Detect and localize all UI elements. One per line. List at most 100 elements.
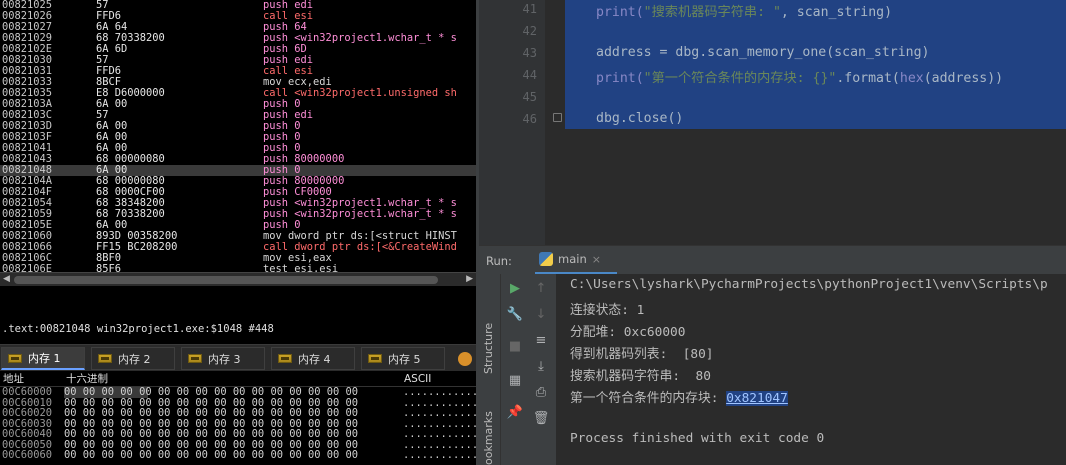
up-arrow-icon[interactable]: ↑ bbox=[532, 279, 550, 297]
bookmarks-tool-tab[interactable]: ookmarks bbox=[482, 411, 495, 465]
code-token: "第一个符合条件的内存块: {}" bbox=[643, 71, 837, 86]
disasm-instruction: push <win32project1.wchar_t * s bbox=[263, 33, 457, 44]
disasm-row[interactable]: 0082102E 6A 6D push 6D bbox=[0, 44, 476, 55]
console-text: 分配堆: 0xc60000 bbox=[570, 325, 686, 340]
disasm-row[interactable]: 00821043 68 00000080 push 80000000 bbox=[0, 154, 476, 165]
line-number: 45 bbox=[522, 90, 537, 104]
scroll-left-icon[interactable]: ◀ bbox=[3, 274, 10, 284]
dump-row[interactable]: 00C60000 00 00 00 00 00 00 00 00 00 00 00… bbox=[0, 387, 476, 398]
run-toolbar: ▶ ↑ 🔧 ↓ ■ ≡ ⤓ ▦ ⎙ 📌 🗑 bbox=[501, 274, 557, 465]
disasm-instruction: push edi bbox=[263, 110, 314, 121]
trash-icon[interactable]: 🗑 bbox=[532, 409, 550, 427]
disasm-row[interactable]: 00821060 893D 00358200 mov dword ptr ds:[<… bbox=[0, 231, 476, 242]
disasm-row[interactable]: 00821027 6A 64 push 64 bbox=[0, 22, 476, 33]
disasm-instruction: push 6D bbox=[263, 44, 307, 55]
run-tab-main[interactable]: main × bbox=[535, 246, 617, 275]
dump-ascii: ................ bbox=[403, 449, 476, 461]
memory-tab-label: 内存 2 bbox=[118, 352, 151, 366]
disasm-row[interactable]: 00821025 57 push edi bbox=[0, 0, 476, 11]
memory-chip-icon bbox=[188, 354, 202, 363]
disasm-row[interactable]: 00821029 68 70338200 push <win32project1.w… bbox=[0, 33, 476, 44]
line-number: 46 bbox=[522, 112, 537, 126]
scrollbar-thumb[interactable] bbox=[14, 276, 438, 284]
pin-icon[interactable]: 📌 bbox=[506, 403, 524, 421]
code-line[interactable]: print("第一个符合条件的内存块: {}".format(hex(addre… bbox=[596, 67, 1003, 86]
fold-marker-icon[interactable] bbox=[553, 113, 562, 122]
disasm-instruction: test esi,esi bbox=[263, 264, 339, 272]
disassembly-view[interactable]: 00821025 57 push edi 00821026 FFD6 call esi 00… bbox=[0, 0, 476, 272]
code-line[interactable]: dbg.close() bbox=[596, 111, 683, 126]
rerun-icon[interactable]: ▶ bbox=[506, 279, 524, 297]
horizontal-scrollbar[interactable]: ◀ ▶ bbox=[0, 272, 476, 286]
disasm-row[interactable]: 00821026 FFD6 call esi bbox=[0, 11, 476, 22]
memory-tab-3[interactable]: 内存 3 bbox=[181, 347, 265, 370]
disasm-instruction: push 0 bbox=[263, 121, 301, 132]
python-icon bbox=[539, 252, 553, 266]
disasm-row[interactable]: 0082104F 68 0000CF00 push CF0000 bbox=[0, 187, 476, 198]
scroll-right-icon[interactable]: ▶ bbox=[466, 274, 473, 284]
disasm-row[interactable]: 00821041 6A 00 push 0 bbox=[0, 143, 476, 154]
console-text: 得到机器码列表: [80] bbox=[570, 347, 714, 362]
down-arrow-icon[interactable]: ↓ bbox=[532, 305, 550, 323]
disasm-row[interactable]: 0082103C 57 push edi bbox=[0, 110, 476, 121]
layout-icon[interactable]: ▦ bbox=[506, 371, 524, 389]
disasm-row[interactable]: 0082103D 6A 00 push 0 bbox=[0, 121, 476, 132]
more-tabs-icon[interactable] bbox=[458, 352, 472, 366]
disasm-row[interactable]: 0082103F 6A 00 push 0 bbox=[0, 132, 476, 143]
dump-row[interactable]: 00C60060 00 00 00 00 00 00 00 00 00 00 00… bbox=[0, 450, 476, 461]
disasm-row[interactable]: 0082106C 8BF0 mov esi,eax bbox=[0, 253, 476, 264]
soft-wrap-icon[interactable]: ≡ bbox=[532, 331, 550, 349]
disasm-row[interactable]: 0082104A 68 00000080 push 80000000 bbox=[0, 176, 476, 187]
memory-dump-view[interactable]: 地址 十六进制 ASCII 00C60000 00 00 00 00 00 00 … bbox=[0, 371, 476, 465]
disasm-instruction: mov dword ptr ds:[<struct HINST bbox=[263, 231, 457, 242]
console-highlighted-value[interactable]: 0x821047 bbox=[726, 391, 788, 406]
disasm-row[interactable]: 00821033 8BCF mov ecx,edi bbox=[0, 77, 476, 88]
memory-tab-label: 内存 1 bbox=[28, 352, 61, 365]
code-line[interactable]: address = dbg.scan_memory_one(scan_strin… bbox=[596, 45, 929, 60]
console-text: Process finished with exit code 0 bbox=[570, 431, 825, 446]
scroll-to-end-icon[interactable]: ⤓ bbox=[532, 357, 550, 375]
disasm-row[interactable]: 00821059 68 70338200 push <win32project1.w… bbox=[0, 209, 476, 220]
disasm-row[interactable]: 00821054 68 38348200 push <win32project1.w… bbox=[0, 198, 476, 209]
disasm-row[interactable]: 0082106E 85F6 test esi,esi bbox=[0, 263, 476, 273]
stop-icon[interactable]: ■ bbox=[506, 337, 524, 355]
run-label: Run: bbox=[486, 254, 512, 268]
dump-hex: 00 00 00 00 00 00 00 00 00 00 00 00 00 0… bbox=[64, 449, 359, 461]
console-line: 第一个符合条件的内存块: 0x821047 bbox=[570, 387, 788, 406]
console-line: C:\Users\lyshark\PycharmProjects\pythonP… bbox=[570, 277, 1048, 292]
disasm-row[interactable]: 00821031 FFD6 call esi bbox=[0, 66, 476, 77]
wrench-icon[interactable]: 🔧 bbox=[506, 305, 524, 323]
disasm-instruction: push 0 bbox=[263, 220, 301, 231]
memory-tab-5[interactable]: 内存 5 bbox=[361, 347, 445, 370]
print-icon[interactable]: ⎙ bbox=[532, 383, 550, 401]
code-editor[interactable]: 41 42 43 44 45 46 print("搜索机器码字符串: ", scan_st… bbox=[479, 0, 1066, 245]
memory-tab-2[interactable]: 内存 2 bbox=[91, 347, 175, 370]
code-token: .format( bbox=[836, 71, 900, 86]
code-token: "搜索机器码字符串: " bbox=[643, 5, 781, 20]
memory-tab-1[interactable]: 内存 1 bbox=[1, 347, 85, 370]
disasm-row[interactable]: 00821030 57 push edi bbox=[0, 55, 476, 66]
code-line[interactable]: print("搜索机器码字符串: ", scan_string) bbox=[596, 1, 892, 20]
disasm-row[interactable]: 0082105E 6A 00 push 0 bbox=[0, 220, 476, 231]
disasm-instruction: push 0 bbox=[263, 165, 301, 176]
disasm-row[interactable]: 00821048 6A 00 push 0 bbox=[0, 165, 476, 176]
disasm-row[interactable]: 00821035 E8 D6000000 call <win32project1.u… bbox=[0, 88, 476, 99]
structure-tool-tab[interactable]: Structure bbox=[482, 323, 495, 374]
disasm-instruction: push 0 bbox=[263, 99, 301, 110]
dump-row[interactable]: 00C60020 00 00 00 00 00 00 00 00 00 00 00… bbox=[0, 408, 476, 419]
dump-header-ascii: ASCII bbox=[404, 373, 432, 385]
memory-tab-4[interactable]: 内存 4 bbox=[271, 347, 355, 370]
disasm-row[interactable]: 0082103A 6A 00 push 0 bbox=[0, 99, 476, 110]
left-tool-strip: Structure ookmarks bbox=[479, 274, 501, 465]
close-icon[interactable]: × bbox=[592, 253, 601, 266]
run-console[interactable]: C:\Users\lyshark\PycharmProjects\pythonP… bbox=[557, 274, 1066, 465]
run-tool-header: Run: main × bbox=[479, 245, 1066, 275]
disasm-bytes: 85F6 bbox=[96, 263, 122, 273]
dump-row[interactable]: 00C60040 00 00 00 00 00 00 00 00 00 00 00… bbox=[0, 429, 476, 440]
console-line: 搜索机器码字符串: 80 bbox=[570, 365, 711, 384]
console-line: 连接状态: 1 bbox=[570, 299, 644, 318]
info-panel: .text:00821048 win32project1.exe:$1048 #… bbox=[0, 286, 476, 344]
line-number: 42 bbox=[522, 24, 537, 38]
disasm-instruction: call esi bbox=[263, 66, 314, 77]
disasm-row[interactable]: 00821066 FF15 BC208200 call dword ptr ds:[… bbox=[0, 242, 476, 253]
